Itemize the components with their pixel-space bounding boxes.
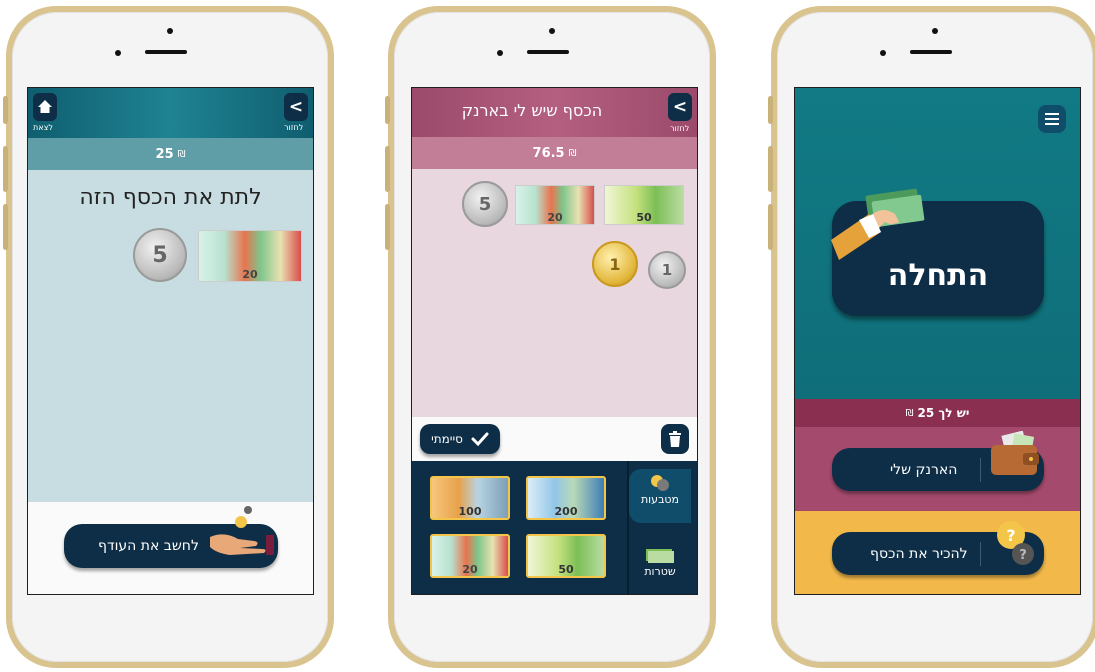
phone-side-button (385, 96, 390, 124)
money-picker-drawer: 100 200 20 50 מטבעות שטרות (412, 461, 697, 594)
phone-frame-home: התחלה ₪ יש לך 25 הארנק שלי להכיר את הכסף… (768, 6, 1095, 668)
wallet-coin-5[interactable]: 5 (462, 181, 508, 227)
picker-banknote-200[interactable]: 200 (526, 476, 606, 520)
action-bar: סיימתי (412, 417, 697, 461)
shekel-sign: ₪ (568, 147, 577, 159)
phone-sensor-icon (115, 50, 121, 56)
phone-side-button (768, 96, 773, 124)
wallet-icon (991, 431, 1039, 475)
coins-question-icon: ? ? (997, 521, 1034, 565)
exit-button[interactable] (33, 93, 57, 121)
phone-side-button (3, 96, 8, 124)
tab-coins-label: מטבעות (640, 493, 680, 506)
phone-speaker-icon (145, 50, 187, 54)
wallet-banknote-50[interactable]: 50 (604, 185, 684, 225)
picker-banknote-50[interactable]: 50 (526, 534, 606, 578)
wallet-section: הארנק שלי (795, 427, 1080, 511)
wallet-coin-1[interactable]: 1 (648, 251, 686, 289)
phone-sensor-icon (880, 50, 886, 56)
phone-speaker-icon (527, 50, 569, 54)
phone-camera-icon (932, 28, 938, 34)
button-divider (980, 458, 981, 482)
amount-bar: 25 ₪ (28, 138, 313, 170)
phone-side-button (385, 146, 390, 192)
screen-my-wallet: הכסף שיש לי בארנק < לחזור 76.5 ₪ 5 20 50 (411, 87, 698, 595)
phone-sensor-icon (497, 50, 503, 56)
done-button[interactable]: סיימתי (420, 424, 500, 454)
phone-body: לצאת < לחזור 25 ₪ לתת את הכסף הזה 5 20 ל… (12, 12, 328, 662)
phone-speaker-icon (910, 50, 952, 54)
shekel-sign: ₪ (177, 148, 186, 160)
hamburger-menu-icon (1045, 113, 1059, 125)
home-hero-area: התחלה (795, 88, 1080, 399)
phone-body: התחלה ₪ יש לך 25 הארנק שלי להכיר את הכסף… (777, 12, 1093, 662)
picker-banknote-100[interactable]: 100 (430, 476, 510, 520)
calculate-change-label: לחשב את העודף (98, 538, 199, 554)
notes-picker-panel: 100 200 20 50 (412, 461, 629, 594)
phone-camera-icon (549, 28, 555, 34)
phone-side-button (385, 204, 390, 250)
coin-5: 5 (133, 228, 187, 282)
footer-area: לחשב את העודף (28, 502, 313, 594)
hand-with-coins-icon (210, 506, 274, 555)
button-divider (980, 542, 981, 566)
back-arrow-icon: < (288, 97, 304, 117)
tab-coins[interactable]: מטבעות (629, 469, 691, 523)
content-area: לתת את הכסף הזה 5 20 (28, 170, 313, 502)
trash-icon (669, 431, 681, 447)
wallet-coin-10[interactable]: 1 (592, 241, 638, 287)
phone-side-button (3, 204, 8, 250)
svg-text:?: ? (1006, 526, 1015, 545)
balance-text: יש לך 25 (917, 406, 970, 420)
phone-side-button (768, 204, 773, 250)
phone-side-button (3, 146, 8, 192)
svg-text:?: ? (1019, 548, 1027, 563)
phone-camera-icon (167, 28, 173, 34)
phone-frame-wallet: הכסף שיש לי בארנק < לחזור 76.5 ₪ 5 20 50 (385, 6, 716, 668)
shekel-sign: ₪ (905, 407, 914, 419)
phone-frame-give: לצאת < לחזור 25 ₪ לתת את הכסף הזה 5 20 ל… (3, 6, 334, 668)
clear-wallet-button[interactable] (661, 424, 689, 454)
my-wallet-label: הארנק שלי (890, 461, 958, 478)
exit-label: לצאת (33, 123, 53, 132)
wallet-banknote-20[interactable]: 20 (515, 185, 595, 225)
learn-money-section: להכיר את הכסף ? ? (795, 511, 1080, 594)
coins-icon (651, 475, 669, 491)
checkmark-icon (471, 432, 489, 446)
phone-side-button (768, 146, 773, 192)
know-money-label: להכיר את הכסף (870, 545, 968, 562)
back-button[interactable]: < (284, 93, 308, 121)
picker-banknote-20[interactable]: 20 (430, 534, 510, 578)
menu-button[interactable] (1038, 105, 1066, 133)
amount-value: 25 (155, 146, 174, 162)
banknotes-icon (646, 549, 674, 563)
phone-body: הכסף שיש לי בארנק < לחזור 76.5 ₪ 5 20 50 (394, 12, 710, 662)
banknote-20: 20 (198, 230, 302, 282)
balance-bar: ₪ יש לך 25 (795, 399, 1080, 427)
page-title: לתת את הכסף הזה (79, 185, 262, 210)
back-label: לחזור (670, 124, 690, 133)
amount-value: 76.5 (532, 145, 565, 161)
tab-notes-label: שטרות (644, 565, 676, 578)
hand-holding-money-icon (831, 188, 925, 260)
wallet-content-area: 5 20 50 1 1 (412, 169, 697, 417)
header-bar: לצאת < לחזור (28, 88, 313, 138)
header-bar: הכסף שיש לי בארנק < לחזור (412, 88, 697, 137)
screen-give-money: לצאת < לחזור 25 ₪ לתת את הכסף הזה 5 20 ל… (27, 87, 314, 595)
page-title: הכסף שיש לי בארנק (461, 101, 603, 120)
done-label: סיימתי (431, 432, 463, 446)
home-icon (38, 100, 52, 113)
tab-notes[interactable]: שטרות (629, 537, 691, 591)
amount-bar: 76.5 ₪ (412, 137, 697, 169)
back-label: לחזור (284, 123, 304, 132)
screen-home: התחלה ₪ יש לך 25 הארנק שלי להכיר את הכסף… (794, 87, 1081, 595)
back-button[interactable]: < (668, 93, 692, 121)
back-arrow-icon: < (672, 97, 688, 117)
